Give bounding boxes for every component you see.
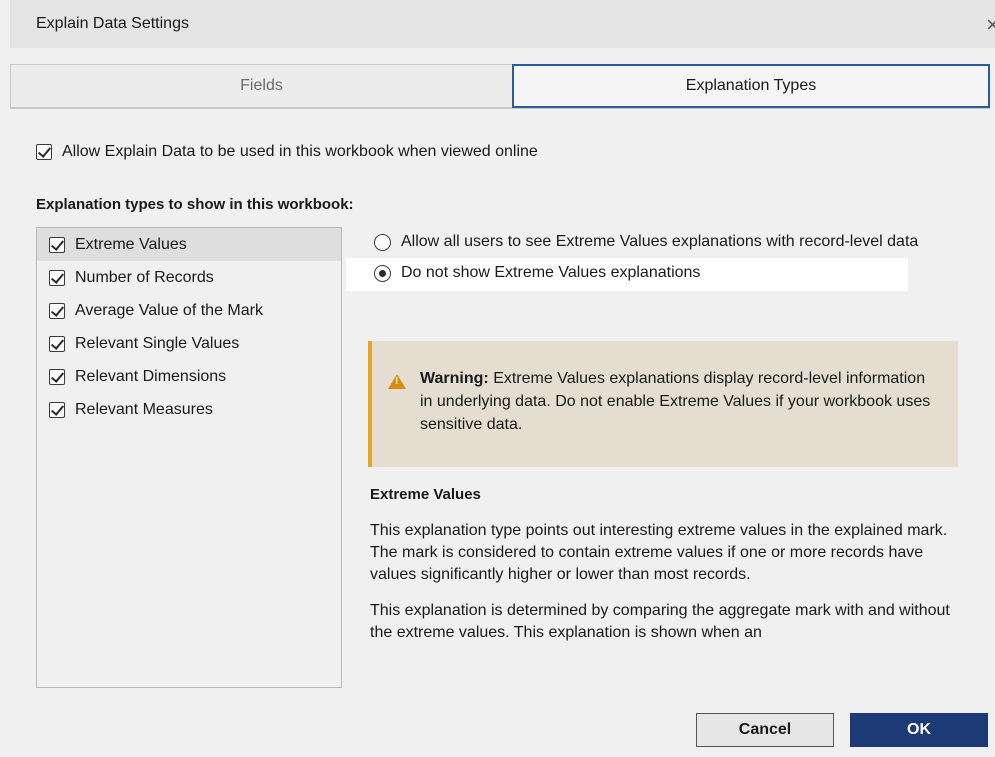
tab-explanation-types[interactable]: Explanation Types (512, 64, 990, 108)
checkbox-icon[interactable] (49, 335, 65, 352)
close-icon[interactable]: × (986, 12, 995, 38)
explanation-type-list: Extreme Values Number of Records Average… (36, 227, 342, 688)
allow-explain-data-checkbox[interactable]: Allow Explain Data to be used in this wo… (36, 143, 538, 161)
dialog-title: Explain Data Settings (36, 15, 189, 32)
warning-message: Warning: Extreme Values explanations dis… (420, 367, 940, 436)
checkbox-icon[interactable] (49, 401, 65, 418)
warning-label: Warning: (420, 370, 489, 387)
ok-button[interactable]: OK (850, 713, 988, 747)
type-item-label: Relevant Dimensions (75, 367, 227, 385)
type-item-relevant-dimensions[interactable]: Relevant Dimensions (37, 360, 341, 393)
explanation-description: Extreme Values This explanation type poi… (370, 484, 960, 658)
checkbox-icon[interactable] (49, 302, 65, 319)
type-item-relevant-single-values[interactable]: Relevant Single Values (37, 327, 341, 360)
radio-label: Allow all users to see Extreme Values ex… (401, 233, 919, 250)
tab-fields[interactable]: Fields (10, 64, 512, 108)
warning-icon (388, 374, 406, 389)
explanation-types-heading: Explanation types to show in this workbo… (36, 196, 354, 213)
type-item-label: Relevant Single Values (75, 334, 240, 352)
type-item-label: Extreme Values (75, 235, 187, 253)
radio-label: Do not show Extreme Values explanations (401, 264, 701, 281)
tab-bar: Fields Explanation Types (10, 64, 990, 108)
checkbox-icon[interactable] (49, 368, 65, 385)
type-item-label: Number of Records (75, 268, 214, 286)
type-item-average-value-of-the-mark[interactable]: Average Value of the Mark (37, 294, 341, 327)
type-item-extreme-values[interactable]: Extreme Values (37, 228, 341, 261)
radio-allow-all-users[interactable]: Allow all users to see Extreme Values ex… (346, 230, 966, 254)
checkbox-icon[interactable] (49, 269, 65, 286)
radio-do-not-show[interactable]: Do not show Extreme Values explanations (346, 258, 908, 291)
type-item-label: Relevant Measures (75, 400, 213, 418)
checkbox-icon[interactable] (36, 144, 52, 160)
warning-text: Extreme Values explanations display reco… (420, 370, 931, 433)
tab-divider (10, 108, 990, 109)
allow-explain-data-label: Allow Explain Data to be used in this wo… (62, 143, 538, 160)
type-item-number-of-records[interactable]: Number of Records (37, 261, 341, 294)
radio-button-selected-icon[interactable] (374, 265, 391, 282)
dialog-titlebar: Explain Data Settings × (10, 0, 995, 48)
radio-button-icon[interactable] (374, 234, 391, 251)
description-paragraph: This explanation type points out interes… (370, 522, 948, 583)
cancel-button[interactable]: Cancel (696, 713, 834, 747)
type-item-relevant-measures[interactable]: Relevant Measures (37, 393, 341, 426)
checkbox-icon[interactable] (49, 236, 65, 253)
description-paragraph: This explanation is determined by compar… (370, 602, 950, 641)
type-item-label: Average Value of the Mark (75, 301, 263, 319)
extreme-values-visibility-options: Allow all users to see Extreme Values ex… (346, 230, 966, 291)
warning-callout: Warning: Extreme Values explanations dis… (368, 341, 958, 467)
description-title: Extreme Values (370, 486, 481, 503)
